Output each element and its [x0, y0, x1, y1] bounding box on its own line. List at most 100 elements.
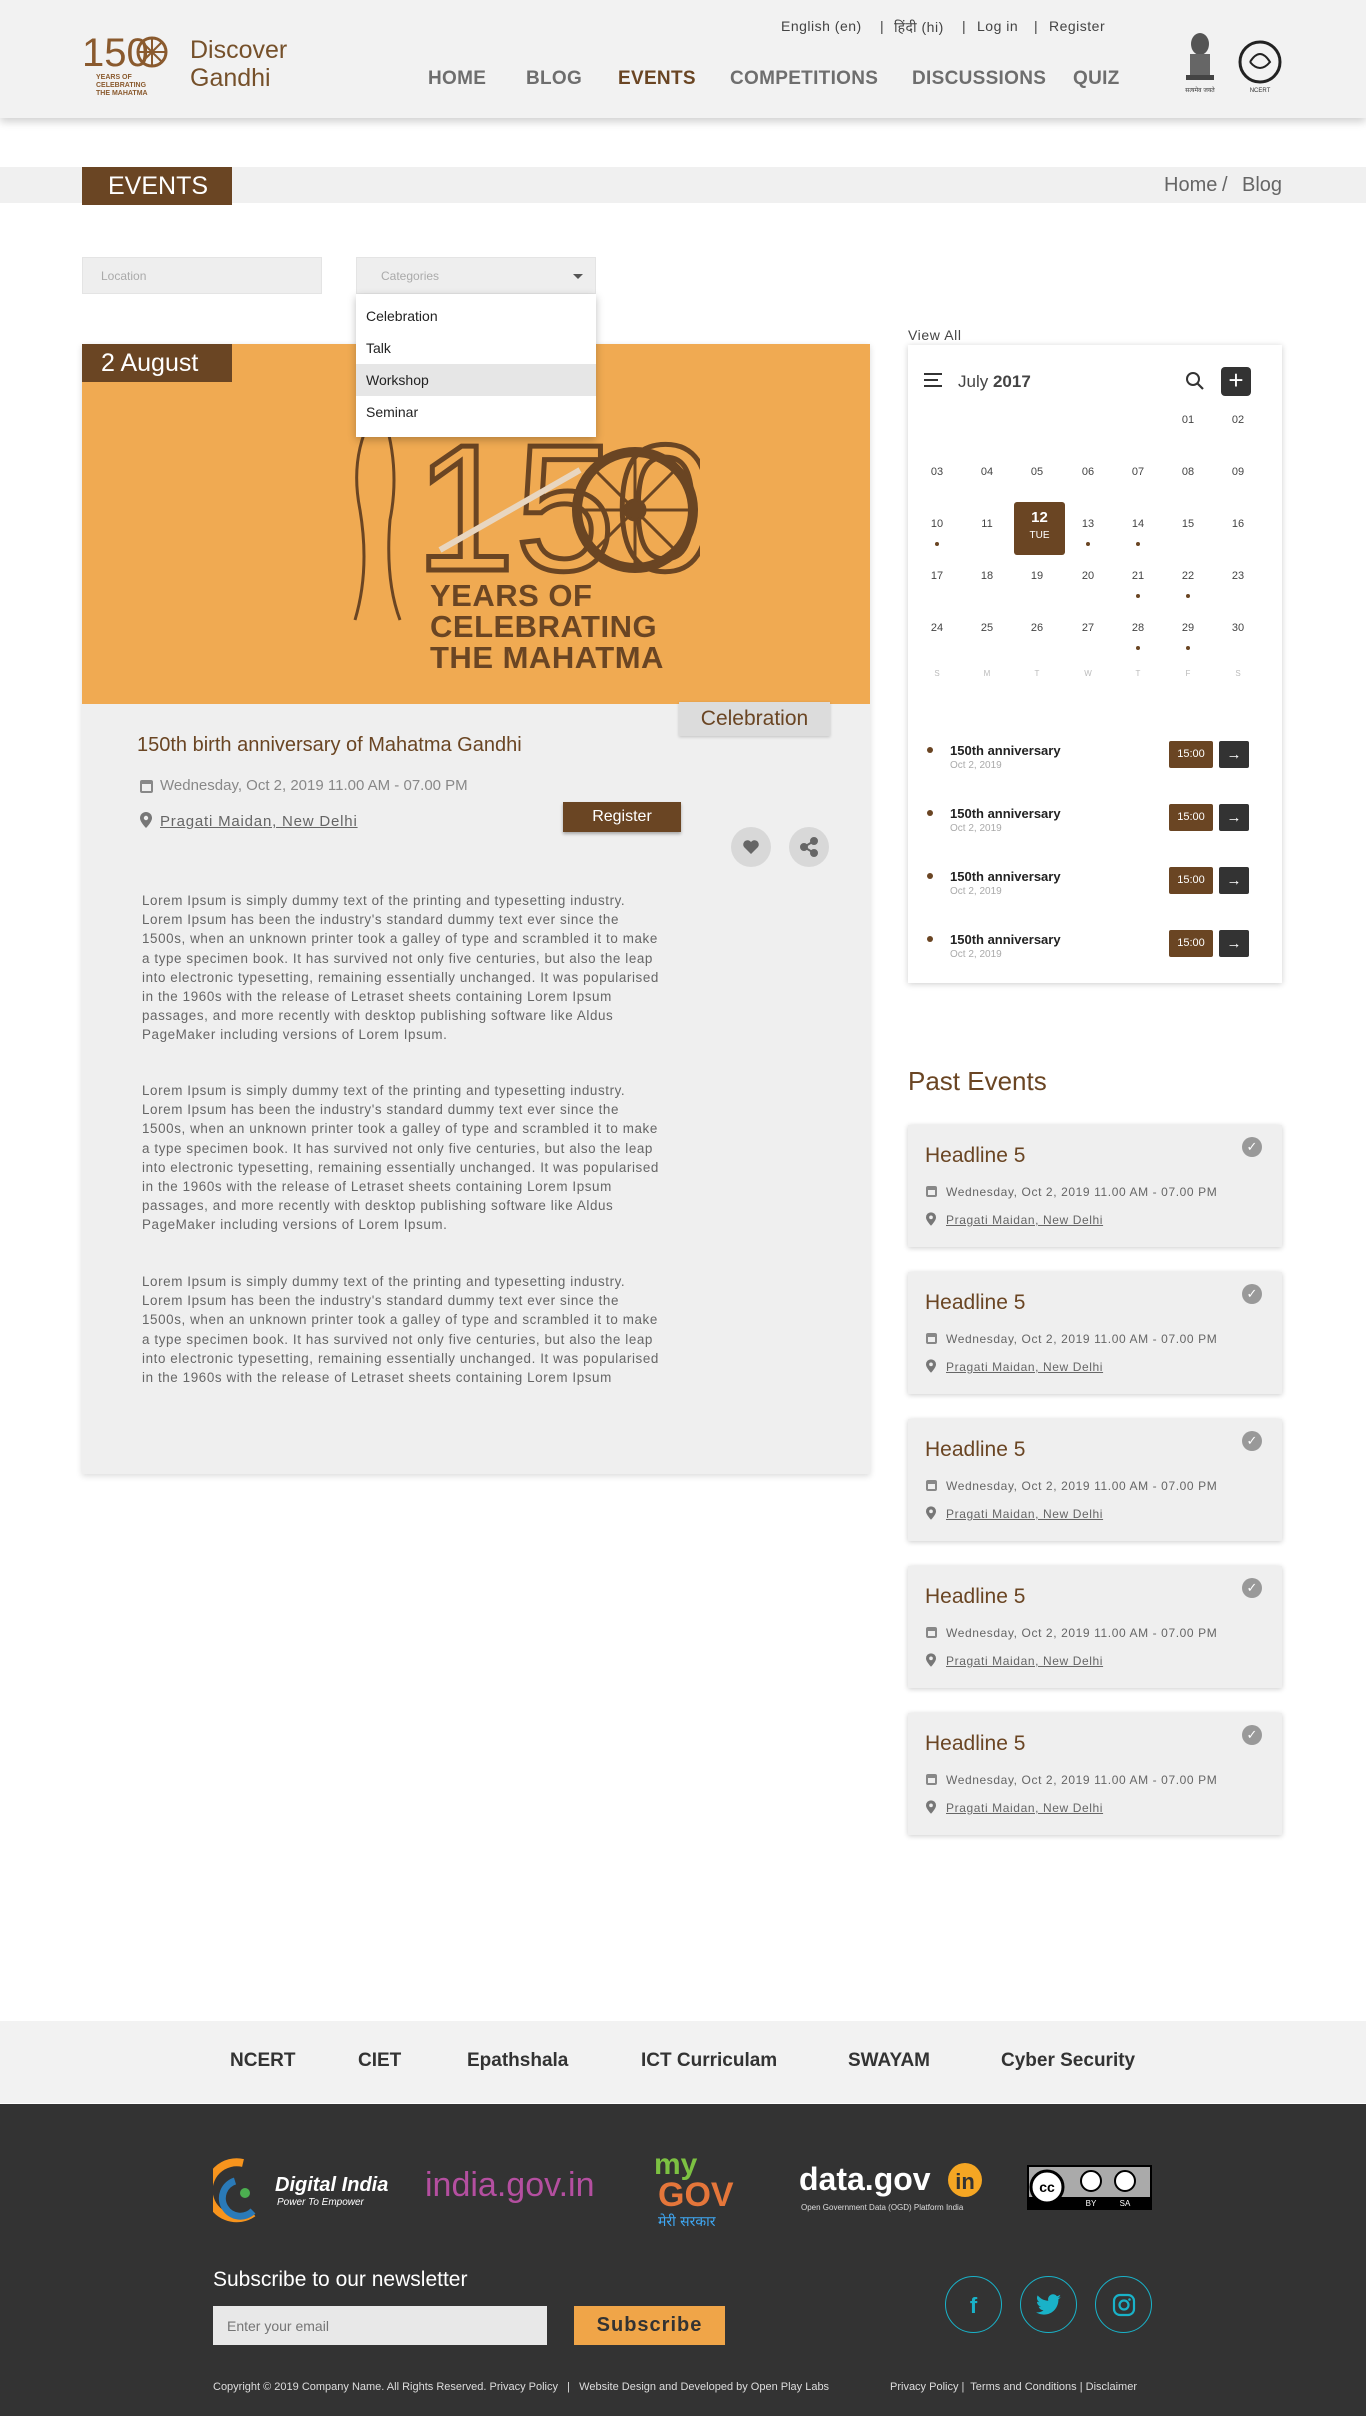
categories-select[interactable]: Categories [356, 257, 596, 294]
calendar-day[interactable]: 27 [1068, 622, 1108, 634]
breadcrumb-home[interactable]: Home [1164, 174, 1217, 197]
calendar-day[interactable]: 02 [1218, 414, 1258, 426]
dropdown-option-seminar[interactable]: Seminar [356, 396, 596, 428]
agenda-time-button[interactable]: 15:00 [1169, 804, 1213, 831]
calendar-day[interactable]: 29 [1168, 622, 1208, 634]
twitter-button[interactable] [1020, 2276, 1077, 2333]
agenda-time-button[interactable]: 15:00 [1169, 867, 1213, 894]
divider: | [962, 18, 967, 34]
calendar-day[interactable]: 05 [1017, 466, 1057, 478]
calendar-day[interactable]: 15 [1168, 518, 1208, 530]
nav-quiz[interactable]: QUIZ [1073, 68, 1120, 90]
past-event-card[interactable]: Headline 5 ✓ Wednesday, Oct 2, 2019 11.00 … [908, 1125, 1282, 1247]
calendar-day[interactable]: 24 [917, 622, 957, 634]
today-weekday: TUE [1029, 530, 1050, 541]
search-icon[interactable] [1185, 371, 1205, 391]
creative-commons-logo-icon[interactable]: cc BY SA [1027, 2165, 1152, 2210]
calendar-today[interactable]: 12 TUE [1014, 502, 1065, 555]
lang-english-link[interactable]: English (en) [781, 18, 862, 34]
event-dot-indicator [1136, 594, 1140, 598]
calendar-day[interactable]: 26 [1017, 622, 1057, 634]
past-event-location-link[interactable]: Pragati Maidan, New Delhi [946, 1360, 1103, 1374]
like-button[interactable] [731, 827, 771, 867]
calendar-day[interactable]: 04 [967, 466, 1007, 478]
register-button[interactable]: Register [563, 802, 681, 832]
menu-icon[interactable] [924, 373, 942, 387]
calendar-day[interactable]: 08 [1168, 466, 1208, 478]
calendar-day[interactable]: 20 [1068, 570, 1108, 582]
calendar-day[interactable]: 23 [1218, 570, 1258, 582]
digital-india-logo-icon[interactable]: Digital India Power To Empower [213, 2153, 388, 2223]
dropdown-option-workshop[interactable]: Workshop [356, 364, 596, 396]
lang-hindi-link[interactable]: हिंदी (hi) [894, 18, 944, 37]
footer-link-epathshala[interactable]: Epathshala [467, 2050, 568, 2072]
india-gov-logo-icon[interactable]: india.gov.in [425, 2160, 620, 2210]
nav-events[interactable]: EVENTS [618, 68, 696, 90]
nav-competitions[interactable]: COMPETITIONS [730, 68, 878, 90]
calendar-day[interactable]: 06 [1068, 466, 1108, 478]
footer-link-swayam[interactable]: SWAYAM [848, 2050, 930, 2072]
footer-link-cyber-security[interactable]: Cyber Security [1001, 2050, 1135, 2072]
newsletter-email-input[interactable] [213, 2306, 547, 2345]
mygov-logo-icon[interactable]: my GOV मेरी सरकार [652, 2146, 762, 2232]
calendar-day[interactable]: 14 [1118, 518, 1158, 530]
login-link[interactable]: Log in [977, 18, 1018, 34]
nav-blog[interactable]: BLOG [526, 68, 582, 90]
logo-150-icon[interactable]: 150 YEARS OF CELEBRATING THE MAHATMA [82, 32, 174, 96]
calendar-day[interactable]: 16 [1218, 518, 1258, 530]
nav-home[interactable]: HOME [428, 68, 486, 90]
calendar-day[interactable]: 30 [1218, 622, 1258, 634]
location-input[interactable]: Location [82, 257, 322, 294]
agenda-open-button[interactable]: → [1219, 741, 1249, 768]
past-event-location-link[interactable]: Pragati Maidan, New Delhi [946, 1507, 1103, 1521]
view-all-link[interactable]: View All [908, 327, 962, 343]
instagram-button[interactable] [1095, 2276, 1152, 2333]
agenda-open-button[interactable]: → [1219, 867, 1249, 894]
past-event-card[interactable]: Headline 5 ✓ Wednesday, Oct 2, 2019 11.00 … [908, 1272, 1282, 1394]
past-event-card[interactable]: Headline 5 ✓ Wednesday, Oct 2, 2019 11.00 … [908, 1419, 1282, 1541]
calendar-day[interactable]: 18 [967, 570, 1007, 582]
calendar-day[interactable]: 25 [967, 622, 1007, 634]
subscribe-button[interactable]: Subscribe [574, 2306, 725, 2345]
calendar-day[interactable]: 21 [1118, 570, 1158, 582]
legal-links[interactable]: Privacy Policy | Terms and Conditions | … [890, 2381, 1137, 2393]
add-event-button[interactable]: + [1221, 367, 1251, 396]
data-gov-logo-icon[interactable]: data.gov in Open Government Data (OGD) P… [799, 2160, 989, 2220]
calendar-day[interactable]: 28 [1118, 622, 1158, 634]
footer-link-ncert[interactable]: NCERT [230, 2050, 295, 2072]
past-event-card[interactable]: Headline 5 ✓ Wednesday, Oct 2, 2019 11.00 … [908, 1566, 1282, 1688]
past-event-location-link[interactable]: Pragati Maidan, New Delhi [946, 1654, 1103, 1668]
share-button[interactable] [789, 827, 829, 867]
calendar-day[interactable]: 19 [1017, 570, 1057, 582]
footer-link-ciet[interactable]: CIET [358, 2050, 401, 2072]
agenda-time-button[interactable]: 15:00 [1169, 930, 1213, 957]
agenda-open-button[interactable]: → [1219, 930, 1249, 957]
footer-link-ict[interactable]: ICT Curriculam [641, 2050, 777, 2072]
calendar-day[interactable]: 17 [917, 570, 957, 582]
past-event-datetime: Wednesday, Oct 2, 2019 11.00 AM - 07.00 … [946, 1479, 1218, 1493]
calendar-day[interactable]: 03 [917, 466, 957, 478]
nav-discussions[interactable]: DISCUSSIONS [912, 68, 1046, 90]
facebook-button[interactable]: f [945, 2276, 1002, 2333]
event-location-link[interactable]: Pragati Maidan, New Delhi [160, 813, 358, 830]
agenda-time-button[interactable]: 15:00 [1169, 741, 1213, 768]
breadcrumb-blog[interactable]: Blog [1242, 174, 1282, 197]
calendar-day[interactable]: 09 [1218, 466, 1258, 478]
calendar-day[interactable]: 01 [1168, 414, 1208, 426]
category-badge: Celebration [679, 702, 830, 736]
calendar-day[interactable]: 07 [1118, 466, 1158, 478]
brand-name[interactable]: Discover Gandhi [190, 36, 287, 92]
divider: | [1034, 18, 1039, 34]
register-link[interactable]: Register [1049, 18, 1105, 34]
past-event-location-link[interactable]: Pragati Maidan, New Delhi [946, 1213, 1103, 1227]
past-event-location-link[interactable]: Pragati Maidan, New Delhi [946, 1801, 1103, 1815]
calendar-day[interactable]: 10 [917, 518, 957, 530]
past-event-card[interactable]: Headline 5 ✓ Wednesday, Oct 2, 2019 11.00 … [908, 1713, 1282, 1835]
dropdown-option-talk[interactable]: Talk [356, 332, 596, 364]
calendar-day[interactable]: 11 [967, 518, 1007, 530]
dropdown-option-celebration[interactable]: Celebration [356, 300, 596, 332]
agenda-open-button[interactable]: → [1219, 804, 1249, 831]
ncert-logo-icon[interactable]: NCERT [1236, 30, 1284, 96]
calendar-day[interactable]: 22 [1168, 570, 1208, 582]
calendar-day[interactable]: 13 [1068, 518, 1108, 530]
